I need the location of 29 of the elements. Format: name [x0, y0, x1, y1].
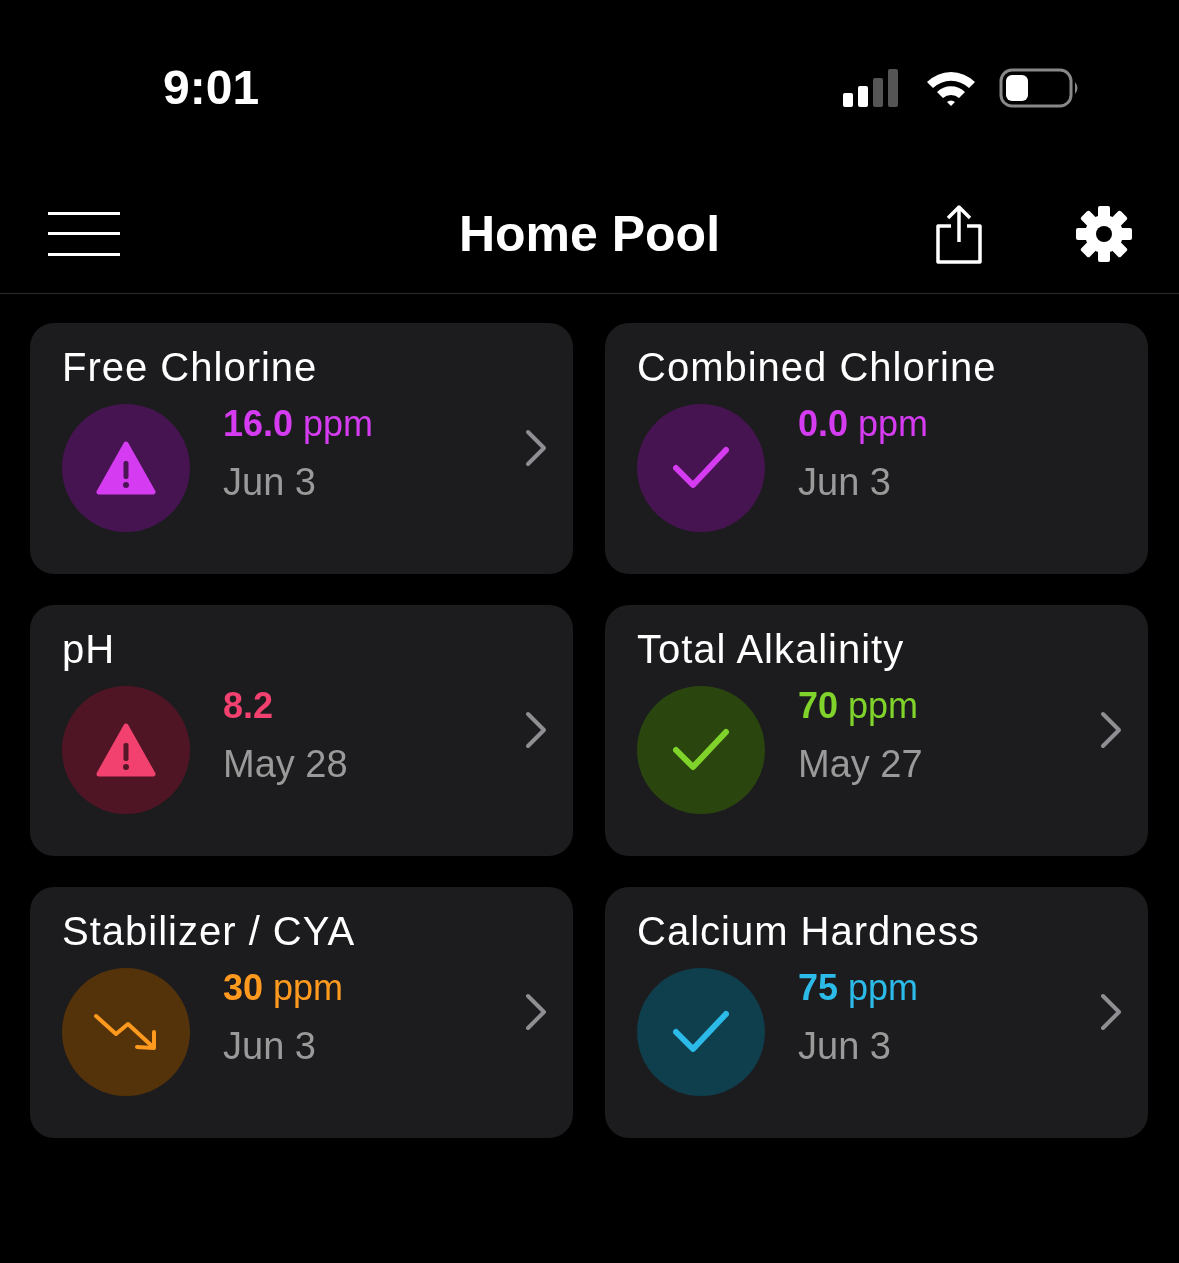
metric-card[interactable]: Calcium Hardness 75 ppm Jun 3 [605, 887, 1148, 1138]
settings-button[interactable] [1075, 205, 1133, 263]
card-title: Free Chlorine [62, 345, 319, 390]
card-title: Total Alkalinity [637, 627, 906, 672]
menu-button[interactable] [48, 210, 120, 258]
card-title: Combined Chlorine [637, 345, 998, 390]
metric-card[interactable]: Combined Chlorine 0.0 ppm Jun 3 [605, 323, 1148, 574]
header-title: Home Pool [458, 206, 721, 262]
metric-card[interactable]: Total Alkalinity 70 ppm May 27 [605, 605, 1148, 856]
metric-card[interactable]: pH 8.2 May 28 [30, 605, 573, 856]
card-title: Stabilizer / CYA [62, 909, 357, 954]
metric-card[interactable]: Free Chlorine 16.0 ppm Jun 3 [30, 323, 573, 574]
reading-date: May 28 [223, 742, 348, 786]
card-title: pH [62, 627, 117, 672]
reading-date: Jun 3 [223, 460, 317, 504]
reading-value: 8.2 [223, 684, 275, 727]
reading-date: Jun 3 [798, 1024, 892, 1068]
reading-date: May 27 [798, 742, 923, 786]
reading-value: 70 ppm [798, 684, 920, 727]
status-time: 9:01 [163, 60, 260, 115]
metric-card[interactable]: Stabilizer / CYA 30 ppm Jun 3 [30, 887, 573, 1138]
share-button[interactable] [935, 204, 983, 264]
card-title: Calcium Hardness [637, 909, 981, 954]
reading-value: 16.0 ppm [223, 402, 374, 445]
reading-date: Jun 3 [223, 1024, 317, 1068]
reading-value: 30 ppm [223, 966, 344, 1009]
reading-value: 75 ppm [798, 966, 919, 1009]
reading-value: 0.0 ppm [798, 402, 929, 445]
reading-date: Jun 3 [798, 460, 892, 504]
